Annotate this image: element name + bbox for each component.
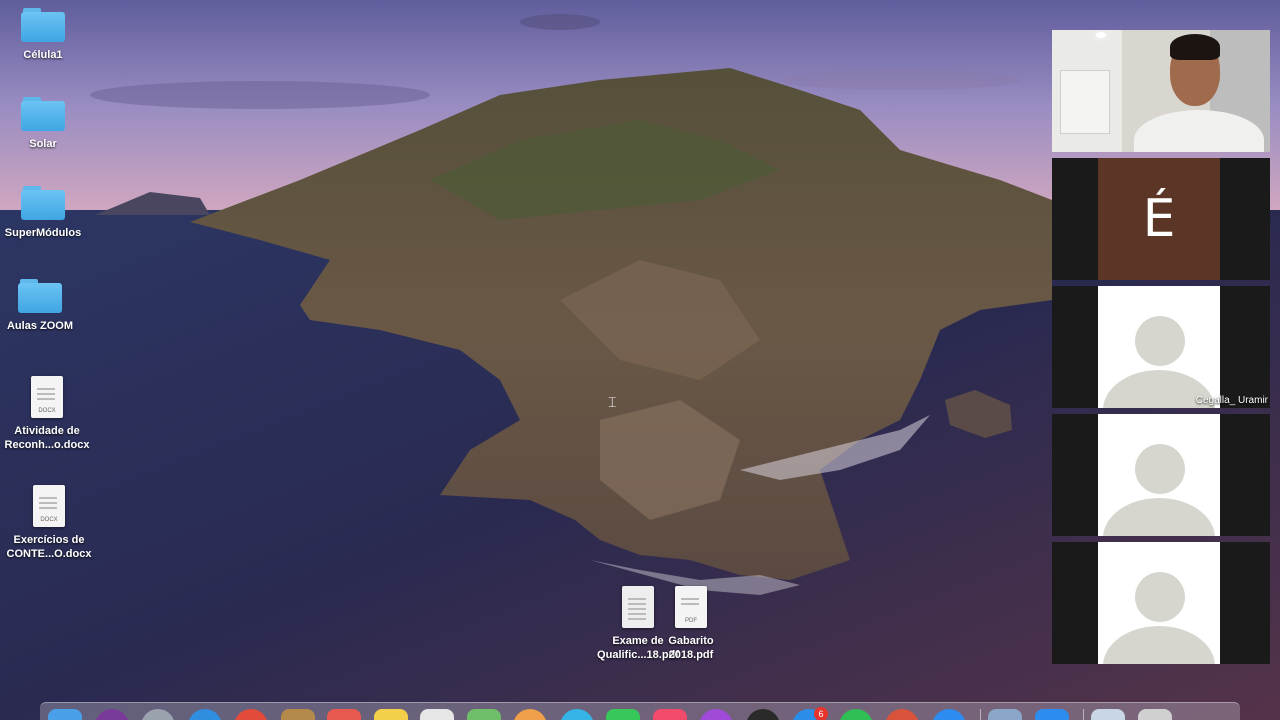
pdf-icon: PDF — [675, 586, 707, 628]
video-gallery: É Cegalla_ Uramir — [1052, 30, 1270, 666]
dock-zoom-icon[interactable] — [931, 709, 966, 720]
dock-music-icon[interactable] — [652, 709, 687, 720]
file-label-line1: Atividade de — [14, 425, 80, 437]
file-extension: PDF — [685, 618, 697, 624]
file-label-line1: Exercícios de — [13, 534, 85, 546]
dock-separator — [980, 709, 981, 720]
participant-name: Cegalla_ Uramir — [1195, 395, 1268, 406]
dock-notes-folder-icon[interactable] — [280, 709, 315, 720]
dock-safari-icon[interactable] — [187, 709, 222, 720]
folder-icon — [21, 97, 65, 131]
dock-podcasts-icon[interactable] — [699, 709, 733, 720]
document-icon: DOCX — [33, 485, 65, 527]
folder-label: SuperMódulos — [4, 227, 82, 239]
folder-label: Solar — [29, 138, 57, 150]
dock-messages-icon[interactable] — [559, 709, 594, 720]
folder-label: Célula1 — [23, 49, 63, 61]
text-cursor-icon: ⌶ — [608, 394, 617, 410]
dock-tv-icon[interactable] — [745, 709, 780, 720]
dock-separator — [1083, 709, 1084, 720]
dock-preview-icon[interactable] — [988, 709, 1022, 720]
dock: 6 — [40, 702, 1240, 720]
file-label-line2: Reconh...o.docx — [4, 439, 90, 451]
folder-supermodulos[interactable]: SuperMódulos — [0, 186, 93, 240]
notification-badge: 6 — [814, 707, 828, 720]
file-label-line1: Gabarito — [668, 635, 714, 647]
dock-launchpad-icon[interactable] — [141, 709, 175, 720]
dock-siri-icon[interactable] — [94, 709, 129, 720]
folder-celula1[interactable]: Célula1 — [0, 8, 93, 62]
dock-notes-icon[interactable] — [373, 709, 408, 720]
dock-finder-icon[interactable] — [48, 709, 82, 720]
dock-photos-icon[interactable] — [513, 709, 547, 720]
file-gabarito-pdf[interactable]: PDF Gabarito 2018.pdf — [641, 586, 741, 662]
video-tile-avatar[interactable] — [1052, 542, 1270, 664]
folder-icon — [18, 279, 62, 313]
dock-zoom-app-icon[interactable] — [1034, 709, 1069, 720]
dock-facetime-icon[interactable] — [606, 709, 640, 720]
avatar-icon — [1098, 414, 1220, 536]
file-atividade-docx[interactable]: DOCX Atividade de Reconh...o.docx — [0, 376, 97, 452]
file-exercicios-docx[interactable]: DOCX Exercícios de CONTE...O.docx — [0, 485, 99, 561]
folder-icon — [21, 186, 65, 220]
avatar-icon — [1098, 286, 1220, 408]
dock-chrome-icon[interactable] — [234, 709, 268, 720]
file-label-line2: 2018.pdf — [668, 649, 714, 661]
file-label-line2: CONTE...O.docx — [6, 548, 92, 560]
video-tile-avatar[interactable]: Cegalla_ Uramir — [1052, 286, 1270, 408]
document-icon: DOCX — [31, 376, 63, 418]
video-tile-avatar[interactable] — [1052, 414, 1270, 536]
folder-aulas-zoom[interactable]: Aulas ZOOM — [0, 279, 90, 333]
avatar-icon — [1098, 542, 1220, 664]
folder-icon — [21, 8, 65, 42]
video-tile-letter[interactable]: É — [1052, 158, 1270, 280]
dock-downloads-icon[interactable] — [1091, 709, 1125, 720]
dock-trash-icon[interactable] — [1137, 709, 1172, 720]
dock-whatsapp-icon[interactable] — [838, 709, 873, 720]
participant-initial: É — [1098, 158, 1220, 280]
file-extension: DOCX — [38, 408, 56, 414]
file-extension: DOCX — [40, 517, 58, 523]
folder-solar[interactable]: Solar — [0, 97, 93, 151]
dock-maps-icon[interactable] — [466, 709, 501, 720]
folder-label: Aulas ZOOM — [6, 320, 73, 332]
dock-appstore-icon[interactable]: 6 — [792, 707, 828, 720]
video-tile-camera[interactable] — [1052, 30, 1270, 152]
dock-calendar-icon[interactable] — [327, 709, 361, 720]
dock-textedit-icon[interactable] — [420, 709, 454, 720]
dock-powerpoint-icon[interactable] — [885, 709, 919, 720]
